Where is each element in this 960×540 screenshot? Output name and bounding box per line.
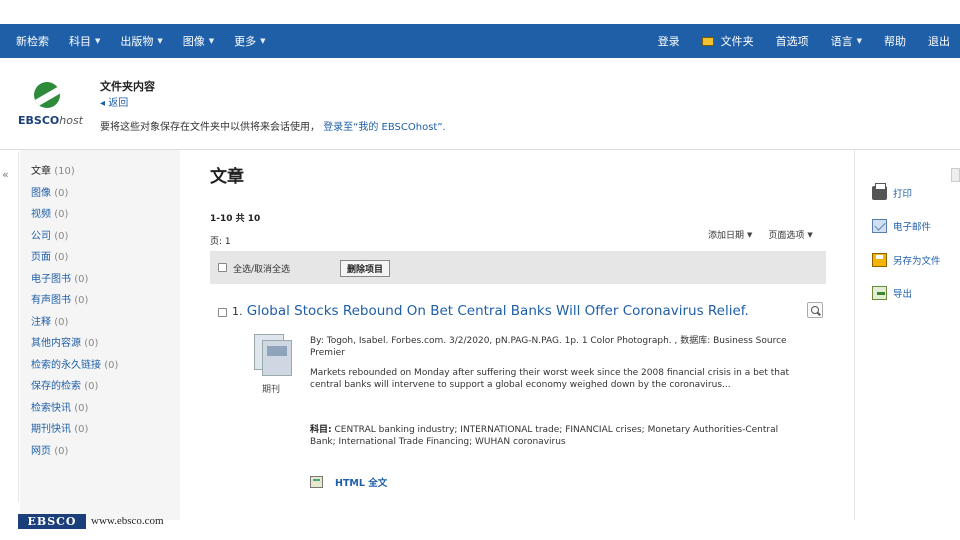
- tools-panel: 打印 电子邮件 另存为文件 导出: [872, 176, 941, 310]
- nav-exit[interactable]: 退出: [928, 33, 950, 49]
- sort-date-added-dropdown[interactable]: 添加日期 ▼: [708, 228, 753, 242]
- sidebar-divider: [18, 152, 19, 502]
- result-abstract: Markets rebounded on Monday after suffer…: [310, 368, 789, 390]
- sidebar-item-audiobooks[interactable]: 有声图书 (0): [31, 294, 180, 316]
- html-fulltext-link[interactable]: HTML 全文: [310, 475, 387, 489]
- chevron-down-icon: ▼: [807, 230, 813, 239]
- save-as-file-action[interactable]: 另存为文件: [872, 243, 941, 277]
- save-session-message: 要将这些对象保存在文件夹中以供将来会话使用， 登录至“我的 EBSCOhost”…: [100, 122, 446, 133]
- sidebar-item-web-pages[interactable]: 网页 (0): [31, 445, 180, 467]
- nav-new-search[interactable]: 新检索: [16, 33, 49, 49]
- nav-language[interactable]: 语言 ▼: [831, 33, 862, 49]
- sidebar-item-companies[interactable]: 公司 (0): [31, 230, 180, 252]
- chevron-down-icon: ▼: [157, 37, 163, 45]
- nav-help[interactable]: 帮助: [884, 33, 906, 49]
- sidebar-item-search-alerts[interactable]: 检索快讯 (0): [31, 402, 180, 424]
- select-all-checkbox[interactable]: [218, 263, 227, 272]
- back-link[interactable]: ◂ 返回: [100, 94, 128, 109]
- sidebar-item-notes[interactable]: 注释 (0): [31, 316, 180, 338]
- sidebar-item-search-permalinks[interactable]: 检索的永久链接 (0): [31, 359, 180, 381]
- export-action[interactable]: 导出: [872, 277, 941, 311]
- chevron-down-icon: ▼: [95, 37, 101, 45]
- sidebar-item-other-sources[interactable]: 其他内容源 (0): [31, 337, 180, 359]
- sidebar-item-ebooks[interactable]: 电子图书 (0): [31, 273, 180, 295]
- footer-url: www.ebsco.com: [91, 515, 164, 527]
- expand-panel-tab[interactable]: [951, 168, 960, 182]
- ebscohost-logo[interactable]: EBSCOhost: [18, 82, 83, 130]
- top-nav-right: 登录 文件夹 首选项 语言 ▼ 帮助 退出: [658, 24, 950, 58]
- tools-divider: [854, 150, 855, 520]
- chevron-down-icon: ▼: [208, 37, 215, 45]
- print-action[interactable]: 打印: [872, 176, 941, 210]
- main-content: 文章 1-10 共 10 页: 1 添加日期 ▼ 页面选项 ▼ 全选/取消全选 删除…: [182, 150, 854, 520]
- page-title: 文件夹内容: [100, 80, 155, 93]
- sidebar-item-journal-alerts[interactable]: 期刊快讯 (0): [31, 423, 180, 445]
- folder-icon: [701, 36, 714, 46]
- sort-controls: 添加日期 ▼ 页面选项 ▼: [708, 228, 813, 242]
- nav-folder[interactable]: 文件夹: [701, 33, 754, 49]
- collapse-sidebar-icon[interactable]: «: [2, 168, 9, 181]
- folder-contents-page: 新检索 科目 ▼ 出版物 ▼ 图像 ▼ 更多 ▼ 登录 文件夹 首选项 语言 ▼ 帮助 退…: [0, 0, 960, 540]
- top-nav-bar: 新检索 科目 ▼ 出版物 ▼ 图像 ▼ 更多 ▼ 登录 文件夹 首选项 语言 ▼ 帮助 退…: [0, 24, 960, 58]
- printer-icon: [872, 182, 887, 200]
- select-all-label[interactable]: 全选/取消全选: [233, 262, 290, 275]
- delete-items-button[interactable]: 删除项目: [340, 260, 391, 277]
- folder-sidebar: 文章 (10) 图像 (0) 视频 (0) 公司 (0) 页面 (0) 电子图书…: [20, 150, 180, 520]
- result-range: 1-10 共 10: [210, 214, 261, 224]
- result-subjects: 科目: CENTRAL banking industry; INTERNATIO…: [310, 425, 779, 447]
- preview-magnifier-icon[interactable]: [807, 302, 823, 318]
- page-header: EBSCOhost 文件夹内容 ◂ 返回 要将这些对象保存在文件夹中以供将来会话…: [0, 58, 960, 150]
- html-fulltext-icon: [310, 476, 323, 488]
- thumbnail-page-front: [262, 340, 292, 376]
- result-metadata: By: Togoh, Isabel. Forbes.com. 3/2/2020,…: [310, 336, 787, 358]
- sidebar-item-pages[interactable]: 页面 (0): [31, 251, 180, 273]
- sign-in-my-ebscohost-link[interactable]: 登录至“我的 EBSCOhost”.: [323, 122, 446, 133]
- page-options-dropdown[interactable]: 页面选项 ▼: [768, 228, 813, 242]
- page-indicator: 页: 1: [210, 237, 231, 247]
- nav-sign-in[interactable]: 登录: [658, 33, 680, 49]
- ebsco-globe-icon: [34, 82, 60, 108]
- result-title-link[interactable]: 1. Global Stocks Rebound On Bet Central …: [232, 303, 749, 319]
- email-action[interactable]: 电子邮件: [872, 210, 941, 244]
- export-icon: [872, 286, 887, 301]
- chevron-down-icon: ▼: [856, 37, 862, 45]
- sidebar-item-saved-searches[interactable]: 保存的检索 (0): [31, 380, 180, 402]
- top-nav-left: 新检索 科目 ▼ 出版物 ▼ 图像 ▼ 更多 ▼: [16, 24, 266, 58]
- nav-more[interactable]: 更多 ▼: [234, 33, 265, 49]
- save-icon: [872, 252, 887, 267]
- nav-images[interactable]: 图像 ▼: [183, 33, 214, 49]
- result-item: 1. Global Stocks Rebound On Bet Central …: [210, 302, 826, 502]
- sidebar-item-articles[interactable]: 文章 (10): [31, 165, 180, 187]
- bulk-action-bar: 全选/取消全选 删除项目: [210, 251, 826, 284]
- result-checkbox[interactable]: [218, 308, 227, 317]
- sidebar-item-images[interactable]: 图像 (0): [31, 187, 180, 209]
- logo-wordmark: EBSCOhost: [18, 114, 83, 127]
- section-title: 文章: [210, 167, 244, 187]
- publication-type-label: 期刊: [262, 385, 281, 395]
- chevron-down-icon: ▼: [747, 230, 753, 239]
- email-icon: [872, 219, 887, 234]
- chevron-down-icon: ▼: [260, 37, 266, 45]
- nav-publications[interactable]: 出版物 ▼: [120, 33, 162, 49]
- ebsco-footer-logo: EBSCO: [18, 514, 86, 529]
- sidebar-item-videos[interactable]: 视频 (0): [31, 208, 180, 230]
- nav-subjects[interactable]: 科目 ▼: [69, 33, 100, 49]
- periodical-thumbnail-icon[interactable]: [254, 334, 296, 378]
- folder-category-list: 文章 (10) 图像 (0) 视频 (0) 公司 (0) 页面 (0) 电子图书…: [20, 150, 180, 466]
- nav-preferences[interactable]: 首选项: [776, 33, 809, 49]
